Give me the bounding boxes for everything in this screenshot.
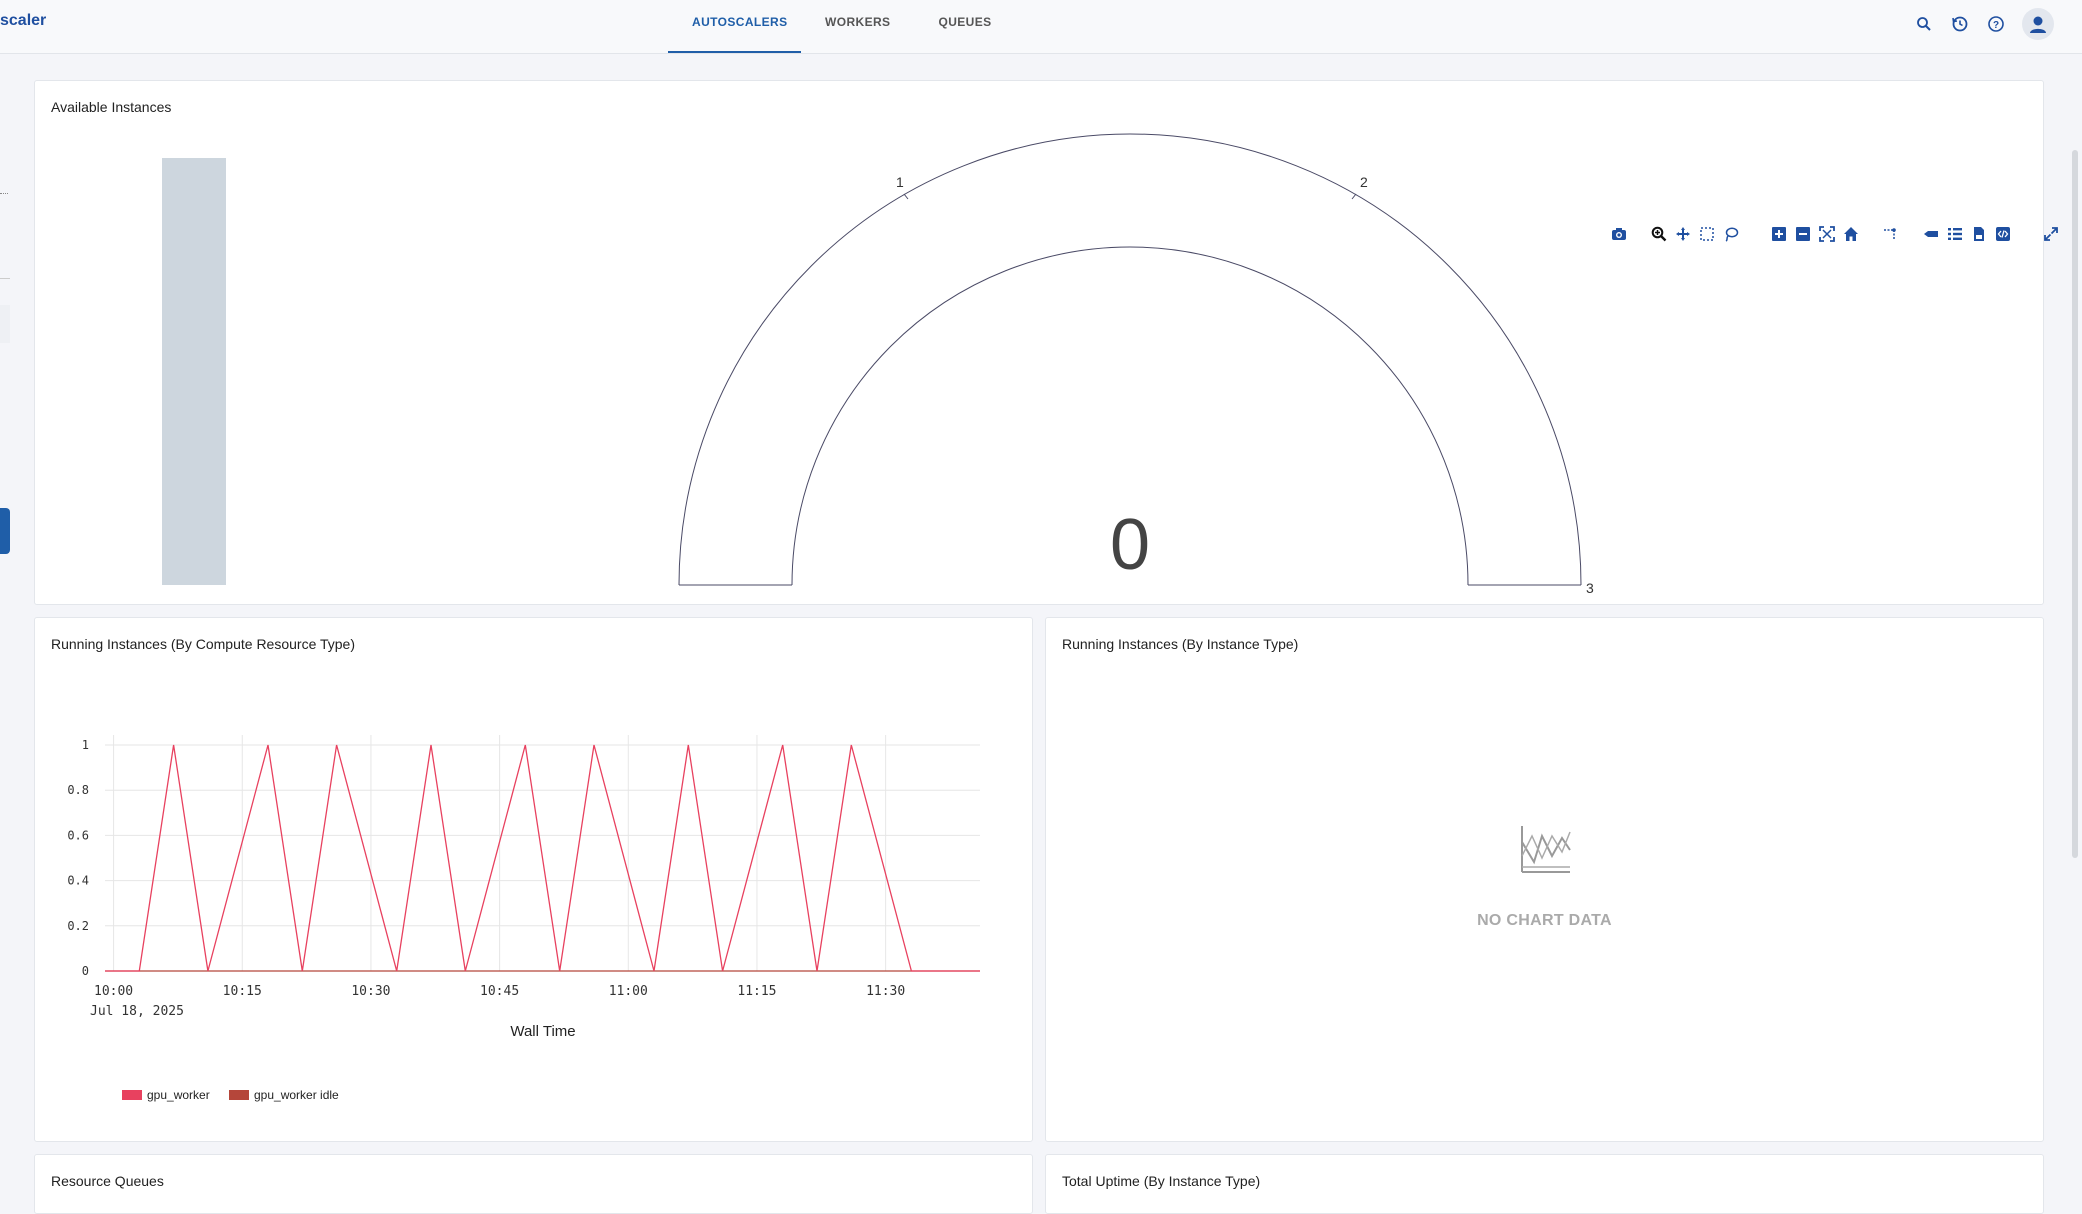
tab-autoscalers[interactable]: AUTOSCALERS xyxy=(668,0,801,53)
legend-swatch-gpu-worker-idle[interactable] xyxy=(229,1090,249,1100)
x-tick-label: 10:15 xyxy=(223,984,262,999)
chart-series xyxy=(105,744,980,972)
csv-download-icon[interactable] xyxy=(1970,225,1988,243)
gauge-tick-label-2: 2 xyxy=(1360,174,1368,190)
tab-workers[interactable]: WORKERS xyxy=(801,0,914,53)
hover-closest-icon[interactable] xyxy=(1922,225,1940,243)
zoom-out-icon[interactable] xyxy=(1794,225,1812,243)
gauge-tick-label-3: 3 xyxy=(1586,580,1594,596)
gauge-tick-label-1: 1 xyxy=(896,174,904,190)
x-tick-label: 10:00 xyxy=(94,984,133,999)
y-tick-label: 0.6 xyxy=(67,828,89,842)
top-bar: scaler AUTOSCALERS WORKERS QUEUES ? xyxy=(0,0,2082,54)
legend-label-gpu-worker[interactable]: gpu_worker xyxy=(147,1088,210,1102)
x-date-label: Jul 18, 2025 xyxy=(90,1004,184,1019)
home-icon[interactable] xyxy=(1842,225,1860,243)
x-tick-label: 10:45 xyxy=(480,984,519,999)
camera-icon[interactable] xyxy=(1610,225,1628,243)
card-title: Total Uptime (By Instance Type) xyxy=(1062,1173,1261,1189)
search-icon[interactable] xyxy=(1906,9,1942,39)
page-scrollbar[interactable] xyxy=(2072,150,2078,858)
zoom-in-icon[interactable] xyxy=(1770,225,1788,243)
code-icon[interactable] xyxy=(1994,225,2012,243)
x-tick-label: 11:00 xyxy=(609,984,648,999)
history-icon[interactable] xyxy=(1942,9,1978,39)
tab-queues[interactable]: QUEUES xyxy=(914,0,1015,53)
zoom-icon[interactable] xyxy=(1650,225,1668,243)
y-tick-label: 0.4 xyxy=(67,874,89,888)
x-axis-labels: 10:00 10:15 10:30 10:45 11:00 11:15 11:30 xyxy=(94,984,905,999)
fullscreen-icon[interactable] xyxy=(2042,225,2060,243)
x-tick-label: 10:30 xyxy=(351,984,390,999)
card-title: Resource Queues xyxy=(51,1173,164,1189)
pan-icon[interactable] xyxy=(1674,225,1692,243)
x-tick-label: 11:15 xyxy=(737,984,776,999)
top-icons: ? xyxy=(1906,8,2054,40)
svg-text:?: ? xyxy=(1993,20,1999,31)
chart-gridlines xyxy=(105,735,980,972)
available-instances-gauge: 1 2 3 0 xyxy=(162,133,1594,596)
y-tick-label: 0 xyxy=(82,964,89,978)
available-instances-card: Available Instances 1 2 3 0 xyxy=(34,80,2058,605)
y-tick-label: 0.8 xyxy=(67,783,89,797)
y-tick-label: 0.2 xyxy=(67,919,89,933)
sidebar-divider xyxy=(0,278,10,279)
autoscale-icon[interactable] xyxy=(1818,225,1836,243)
running-compute-card: Running Instances (By Compute Resource T… xyxy=(34,617,1033,1142)
app-brand[interactable]: scaler xyxy=(0,12,46,30)
legend-swatch-gpu-worker[interactable] xyxy=(122,1090,142,1100)
gauge-bar xyxy=(162,158,226,585)
card-title: Running Instances (By Instance Type) xyxy=(1062,636,1299,652)
x-axis-title: Wall Time xyxy=(510,1023,575,1040)
nav-tabs: AUTOSCALERS WORKERS QUEUES xyxy=(668,0,1016,53)
box-select-icon[interactable] xyxy=(1698,225,1716,243)
y-tick-label: 1 xyxy=(82,738,89,752)
x-tick-label: 11:30 xyxy=(866,984,905,999)
legend: gpu_worker gpu_worker idle xyxy=(122,1088,339,1102)
gauge-value: 0 xyxy=(1110,505,1150,585)
user-avatar-icon[interactable] xyxy=(2022,8,2054,40)
running-instances-line-chart: 0 0.2 0.4 0.6 0.8 1 10:00 10:15 10:30 10:45 11:00… xyxy=(67,735,980,1102)
no-chart-data-icon xyxy=(1521,826,1571,873)
legend-label-gpu-worker-idle[interactable]: gpu_worker idle xyxy=(254,1088,339,1102)
spike-lines-icon[interactable] xyxy=(1882,225,1900,243)
hover-compare-icon[interactable] xyxy=(1946,225,1964,243)
running-instance-card: Running Instances (By Instance Type) NO … xyxy=(1045,617,2044,1142)
no-chart-data-text: NO CHART DATA xyxy=(1477,912,1612,929)
sidebar-item-fragment[interactable] xyxy=(0,305,10,343)
y-axis-labels: 0 0.2 0.4 0.6 0.8 1 xyxy=(67,738,89,978)
gauge-tick-2 xyxy=(1351,193,1357,200)
total-uptime-card: Total Uptime (By Instance Type) xyxy=(1045,1154,2044,1214)
sidebar-fragment xyxy=(0,193,8,194)
series-line-gpu-worker xyxy=(105,744,980,972)
sidebar-toggle[interactable] xyxy=(0,508,10,554)
lasso-icon[interactable] xyxy=(1722,225,1740,243)
resource-queues-card: Resource Queues xyxy=(34,1154,1033,1214)
help-icon[interactable]: ? xyxy=(1978,9,2014,39)
gauge-tick-1 xyxy=(903,193,909,200)
